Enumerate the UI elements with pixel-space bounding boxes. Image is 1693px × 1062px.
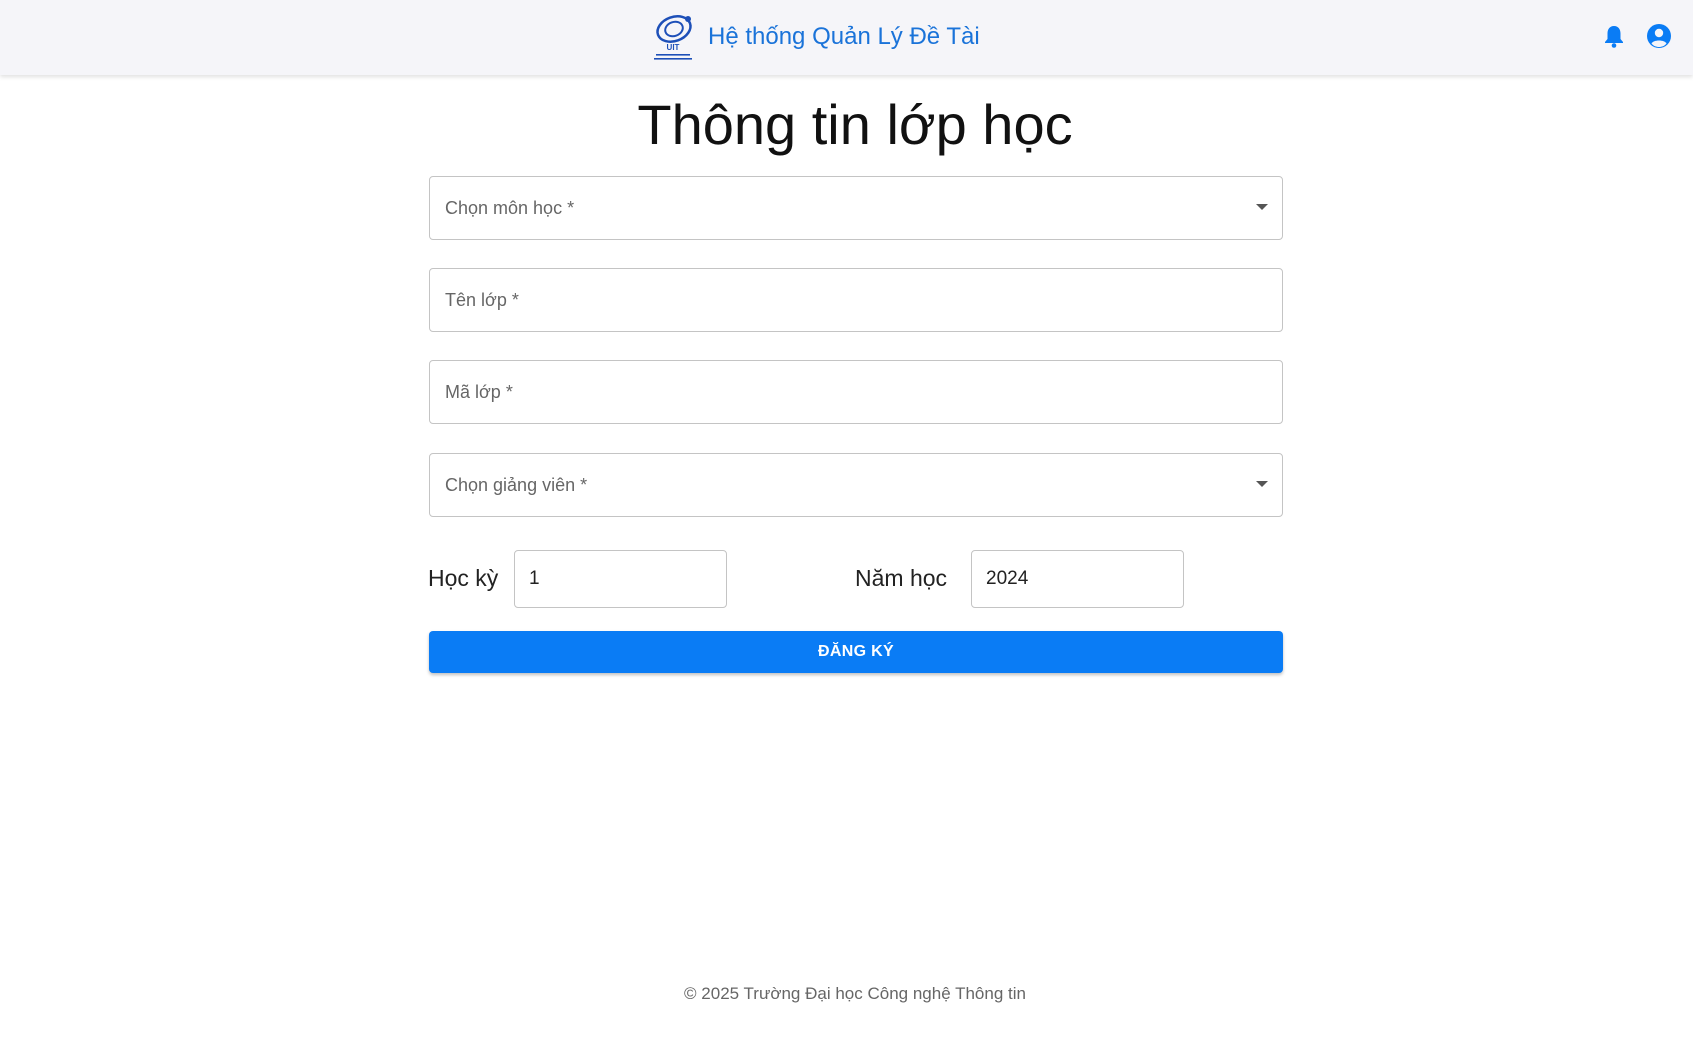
semester-input[interactable]: [514, 550, 727, 608]
class-name-label: Tên lớp *: [445, 289, 519, 310]
brand[interactable]: UIT Hệ thống Quản Lý Đề Tài: [652, 11, 980, 63]
chevron-down-icon: [1256, 204, 1268, 210]
semester-label: Học kỳ: [428, 565, 499, 591]
subject-select[interactable]: Chọn môn học *: [429, 176, 1283, 240]
class-code-input[interactable]: Mã lớp *: [429, 360, 1283, 424]
lecturer-select-label: Chọn giảng viên *: [445, 474, 588, 495]
lecturer-select[interactable]: Chọn giảng viên *: [429, 453, 1283, 517]
subject-select-label: Chọn môn học *: [445, 197, 575, 218]
account-button[interactable]: [1645, 22, 1673, 50]
uit-logo: UIT: [654, 15, 692, 60]
class-name-input[interactable]: Tên lớp *: [429, 268, 1283, 332]
svg-text:UIT: UIT: [667, 43, 680, 52]
class-code-label: Mã lớp *: [445, 381, 513, 402]
footer-copyright: © 2025 Trường Đại học Công nghệ Thông ti…: [684, 984, 1026, 1003]
page-title: Thông tin lớp học: [637, 93, 1073, 156]
notifications-button[interactable]: [1600, 22, 1628, 50]
app-title: Hệ thống Quản Lý Đề Tài: [708, 23, 980, 50]
account-circle-icon: [1647, 24, 1671, 48]
bell-icon: [1605, 26, 1623, 48]
school-year-label: Năm học: [855, 565, 948, 591]
app-header: UIT Hệ thống Quản Lý Đề Tài: [0, 0, 1693, 75]
school-year-input[interactable]: [971, 550, 1184, 608]
register-button[interactable]: ĐĂNG KÝ: [429, 631, 1283, 673]
chevron-down-icon: [1256, 481, 1268, 487]
